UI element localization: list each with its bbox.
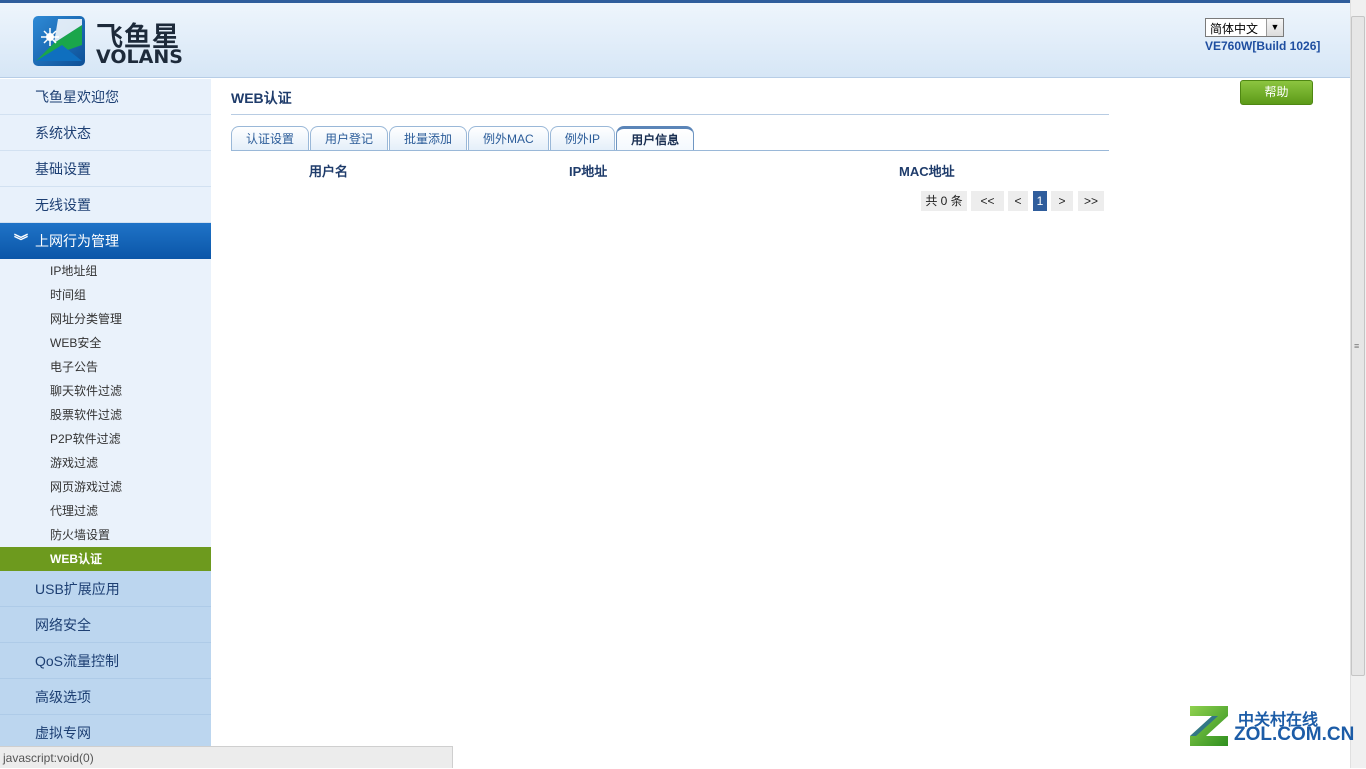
sidebar-item-label: 基础设置 bbox=[35, 161, 91, 177]
pagination-total: 共 0 条 bbox=[921, 191, 967, 211]
sidebar-item-label: 上网行为管理 bbox=[35, 233, 119, 249]
sidebar-item-wireless-settings[interactable]: 无线设置 bbox=[0, 187, 211, 223]
sidebar: 飞鱼星欢迎您 系统状态 基础设置 无线设置 ︾ 上网行为管理 IP地址组 时间组… bbox=[0, 79, 211, 768]
sidebar-item-label: 系统状态 bbox=[35, 125, 91, 141]
pagination-last-button[interactable]: >> bbox=[1078, 191, 1104, 211]
sidebar-item-usb[interactable]: USB扩展应用 bbox=[0, 571, 211, 607]
subnav-item-webgame-filter[interactable]: 网页游戏过滤 bbox=[0, 475, 211, 499]
subnav-item-stock-filter[interactable]: 股票软件过滤 bbox=[0, 403, 211, 427]
sidebar-subnav: IP地址组 时间组 网址分类管理 WEB安全 电子公告 聊天软件过滤 股票软件过… bbox=[0, 259, 211, 571]
column-header-ip: IP地址 bbox=[569, 164, 608, 179]
firmware-version: VE760W[Build 1026] bbox=[1205, 39, 1321, 53]
page-title: WEB认证 bbox=[231, 90, 292, 106]
sidebar-item-system-status[interactable]: 系统状态 bbox=[0, 115, 211, 151]
sidebar-item-label: USB扩展应用 bbox=[35, 581, 120, 597]
sidebar-item-welcome[interactable]: 飞鱼星欢迎您 bbox=[0, 79, 211, 115]
sidebar-item-label: 飞鱼星欢迎您 bbox=[35, 89, 119, 105]
volans-logo-icon bbox=[33, 16, 85, 66]
header: 飞鱼星 VOLANS 简体中文 ▼ VE760W[Build 1026] bbox=[0, 3, 1350, 78]
subnav-item-web-security[interactable]: WEB安全 bbox=[0, 331, 211, 355]
subnav-item-web-auth[interactable]: WEB认证 bbox=[0, 547, 211, 571]
logo-en-text: VOLANS bbox=[96, 46, 183, 68]
sidebar-item-basic-settings[interactable]: 基础设置 bbox=[0, 151, 211, 187]
subnav-item-p2p-filter[interactable]: P2P软件过滤 bbox=[0, 427, 211, 451]
zol-watermark: 中关村在线 ZOL.COM.CN bbox=[1186, 702, 1354, 750]
tab-auth-settings[interactable]: 认证设置 bbox=[231, 126, 310, 151]
zol-en-text: ZOL.COM.CN bbox=[1234, 724, 1355, 745]
sidebar-item-network-security[interactable]: 网络安全 bbox=[0, 607, 211, 643]
tab-user-register[interactable]: 用户登记 bbox=[310, 126, 389, 151]
subnav-item-announcement[interactable]: 电子公告 bbox=[0, 355, 211, 379]
subnav-item-time-group[interactable]: 时间组 bbox=[0, 283, 211, 307]
help-button[interactable]: 帮助 bbox=[1240, 80, 1313, 105]
subnav-item-game-filter[interactable]: 游戏过滤 bbox=[0, 451, 211, 475]
tab-bar: 认证设置 用户登记 批量添加 例外MAC 例外IP 用户信息 bbox=[231, 126, 695, 151]
sidebar-item-label: 网络安全 bbox=[35, 617, 91, 633]
tab-divider bbox=[231, 150, 1109, 151]
subnav-item-proxy-filter[interactable]: 代理过滤 bbox=[0, 499, 211, 523]
column-header-mac: MAC地址 bbox=[899, 164, 955, 179]
pagination-next-button[interactable]: > bbox=[1051, 191, 1073, 211]
subnav-item-ip-group[interactable]: IP地址组 bbox=[0, 259, 211, 283]
zol-logo-icon bbox=[1190, 706, 1228, 746]
sidebar-item-qos[interactable]: QoS流量控制 bbox=[0, 643, 211, 679]
pagination-current-page[interactable]: 1 bbox=[1033, 191, 1047, 211]
title-divider bbox=[231, 114, 1109, 115]
sidebar-item-behavior-management[interactable]: ︾ 上网行为管理 bbox=[0, 223, 211, 259]
tab-exception-mac[interactable]: 例外MAC bbox=[468, 126, 549, 151]
subnav-item-chat-filter[interactable]: 聊天软件过滤 bbox=[0, 379, 211, 403]
language-select-value: 简体中文 bbox=[1210, 22, 1259, 36]
pagination-prev-button[interactable]: < bbox=[1008, 191, 1028, 211]
column-header-username: 用户名 bbox=[309, 164, 349, 179]
tab-exception-ip[interactable]: 例外IP bbox=[549, 126, 616, 151]
double-chevron-down-icon: ︾ bbox=[14, 233, 28, 249]
sidebar-item-label: 虚拟专网 bbox=[35, 725, 91, 741]
subnav-item-firewall[interactable]: 防火墙设置 bbox=[0, 523, 211, 547]
chevron-down-icon[interactable]: ▼ bbox=[1266, 19, 1283, 36]
sidebar-item-label: 无线设置 bbox=[35, 197, 91, 213]
sidebar-item-advanced[interactable]: 高级选项 bbox=[0, 679, 211, 715]
language-select[interactable]: 简体中文 ▼ bbox=[1205, 18, 1284, 37]
tab-user-info[interactable]: 用户信息 bbox=[616, 126, 695, 151]
tab-batch-add[interactable]: 批量添加 bbox=[389, 126, 468, 151]
sidebar-item-label: QoS流量控制 bbox=[35, 653, 120, 669]
scroll-grip-icon: ≡ bbox=[1354, 341, 1360, 351]
pagination-first-button[interactable]: << bbox=[971, 191, 1004, 211]
subnav-item-url-category[interactable]: 网址分类管理 bbox=[0, 307, 211, 331]
sidebar-item-label: 高级选项 bbox=[35, 689, 91, 705]
volans-logo[interactable]: 飞鱼星 VOLANS bbox=[32, 13, 192, 69]
browser-statusbar: javascript:void(0) bbox=[0, 746, 453, 768]
